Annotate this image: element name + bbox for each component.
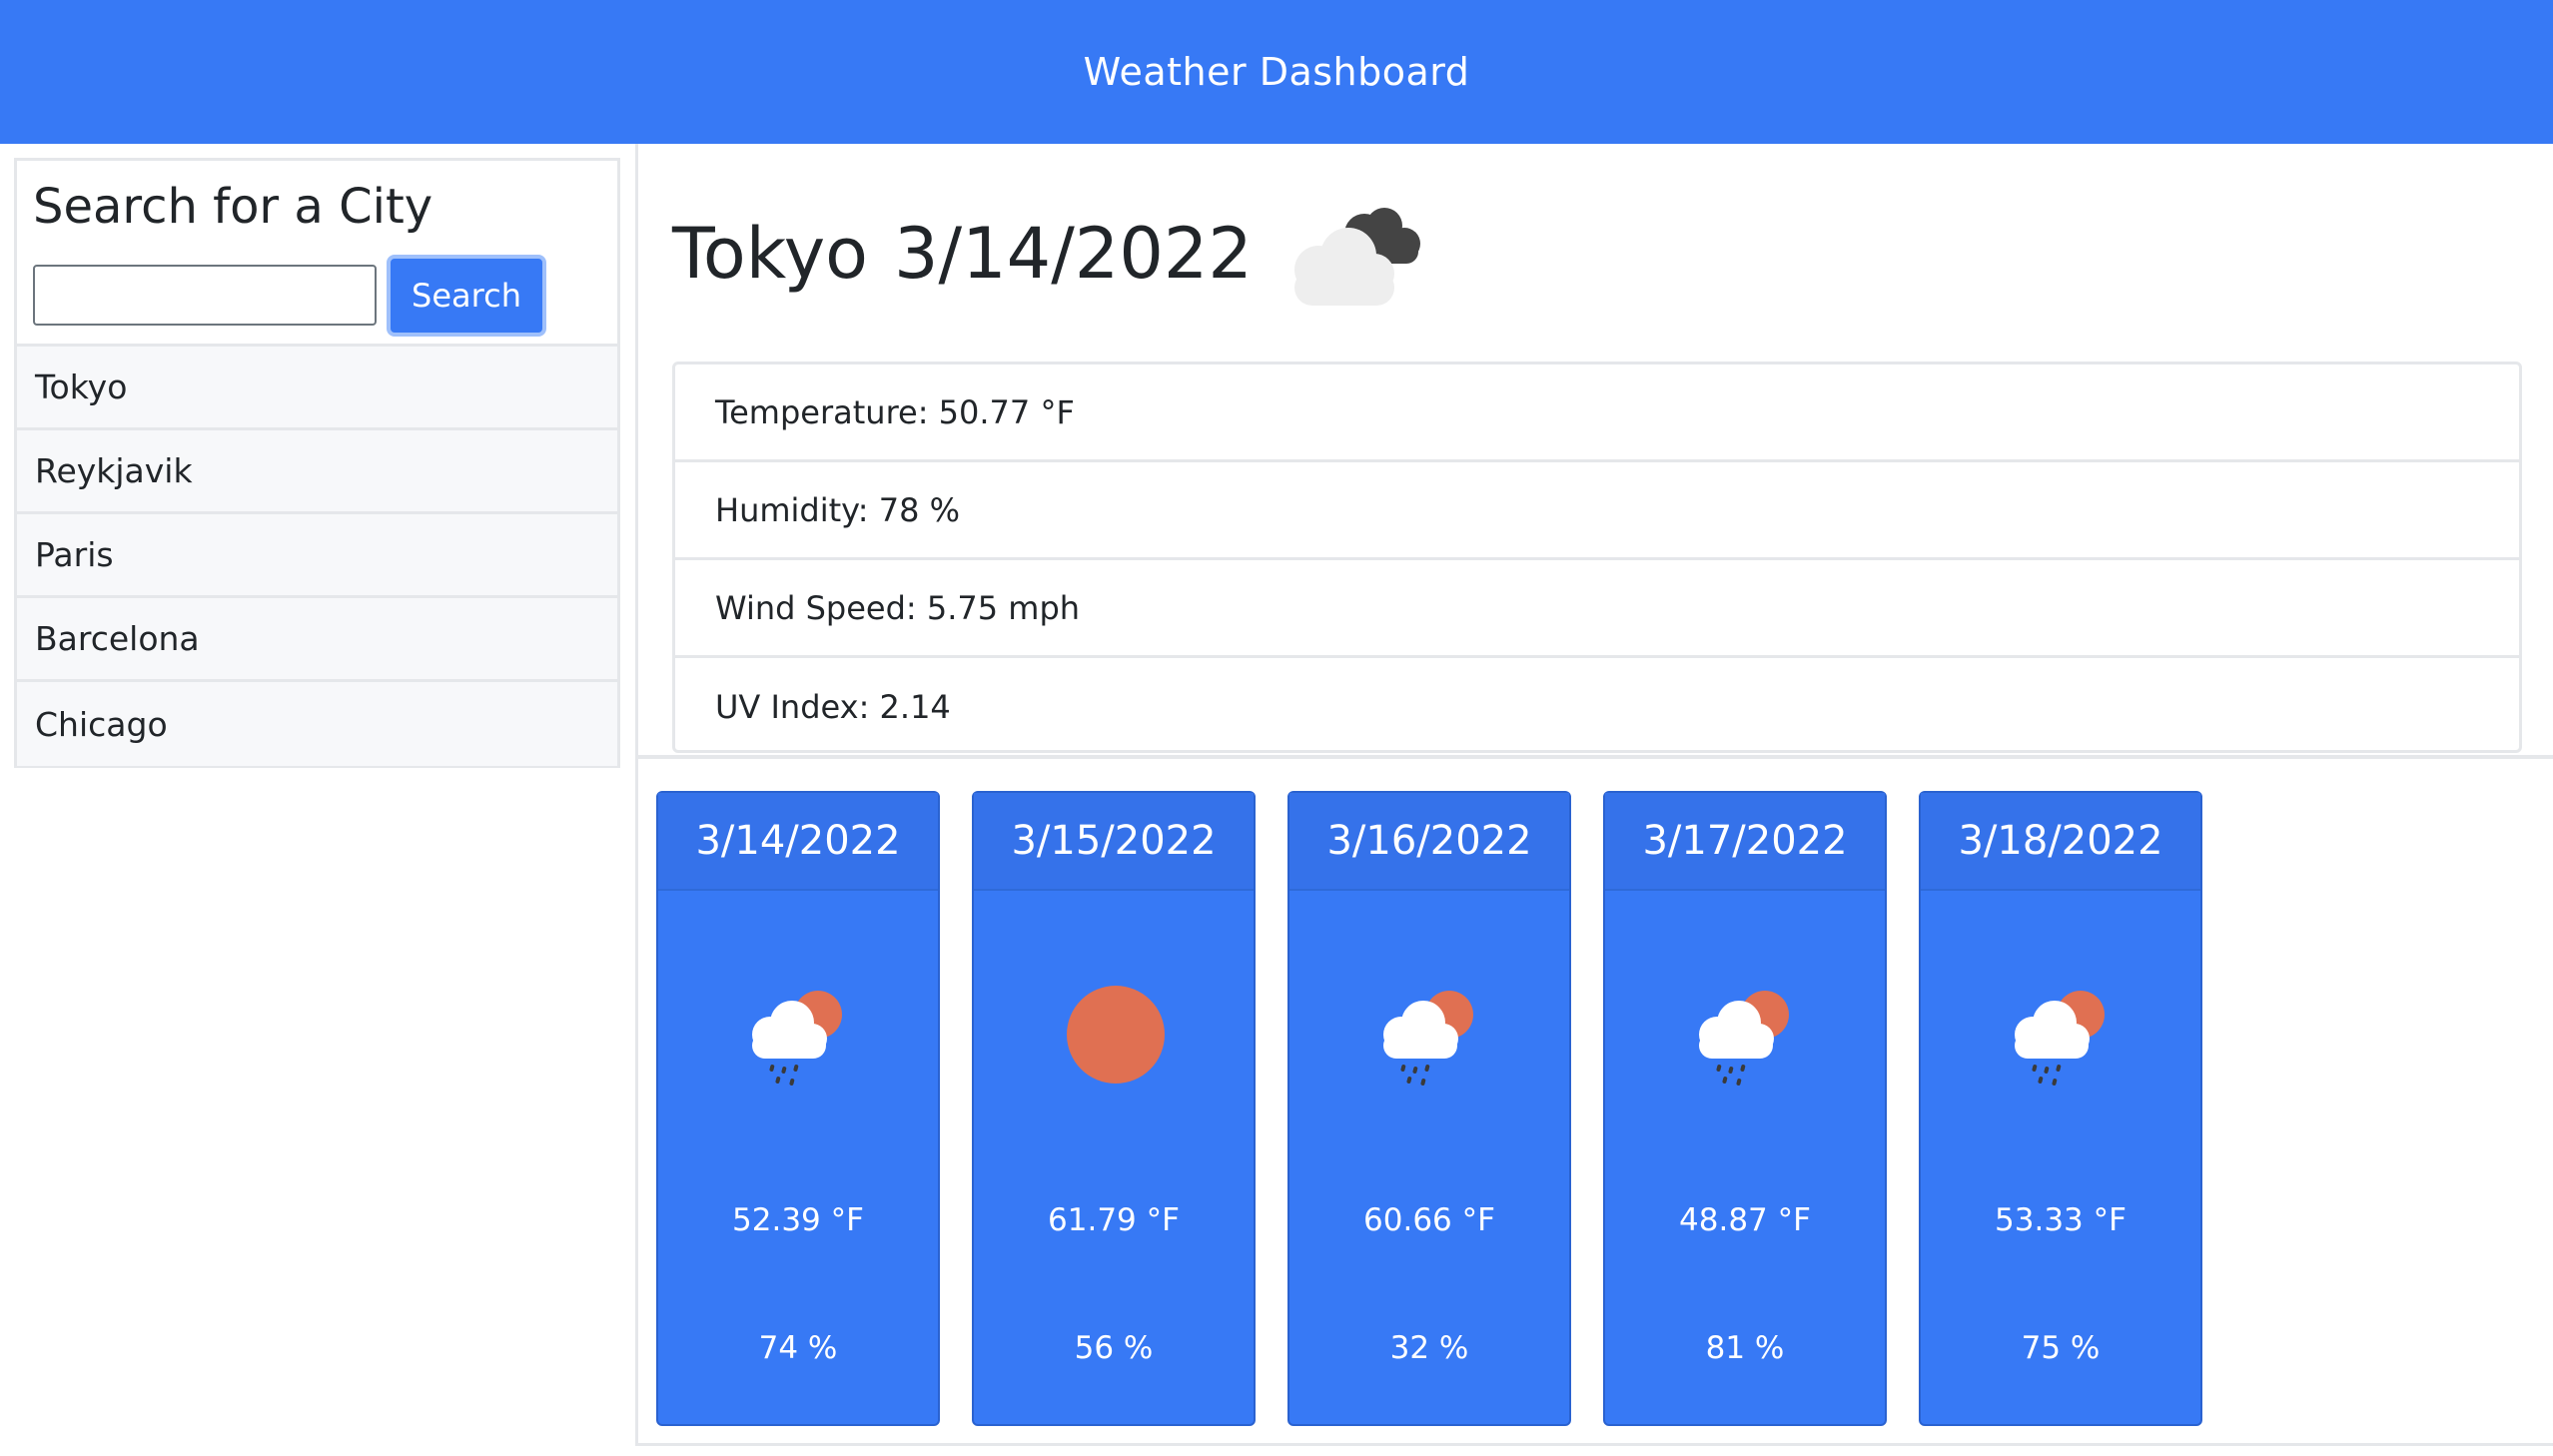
forecast-temperature: 52.39 °F (732, 1202, 864, 1238)
current-details-list: Temperature: 50.77 °F Humidity: 78 % Win… (672, 362, 2522, 753)
broken-clouds-icon (1293, 208, 1420, 306)
forecast-card: 3/15/2022 61.79 °F 56 % (972, 791, 1256, 1426)
current-title: Tokyo 3/14/2022 (672, 213, 1253, 295)
clear-sky-icon (1067, 986, 1165, 1084)
city-history-item[interactable]: Tokyo (17, 347, 617, 430)
wind-speed-row: Wind Speed: 5.75 mph (675, 560, 2519, 658)
rain-icon (1699, 991, 1789, 1086)
search-heading: Search for a City (33, 179, 433, 235)
forecast-humidity: 75 % (2021, 1330, 2101, 1366)
forecast-row: 3/14/2022 52.39 °F 74 % 3/15/2022 61.79 … (656, 791, 2202, 1426)
city-history-list: Tokyo Reykjavik Paris Barcelona Chicago (17, 347, 617, 766)
forecast-humidity: 56 % (1074, 1330, 1154, 1366)
forecast-humidity: 32 % (1389, 1330, 1469, 1366)
city-history-item[interactable]: Paris (17, 514, 617, 598)
uv-index-row: UV Index: 2.14 (715, 688, 951, 726)
section-divider (638, 755, 2553, 759)
rain-icon (1383, 991, 1473, 1086)
search-row: Search (33, 253, 617, 337)
current-date: 3/14/2022 (894, 213, 1253, 295)
forecast-card: 3/18/2022 53.33 °F 75 % (1919, 791, 2202, 1426)
forecast-humidity: 81 % (1705, 1330, 1785, 1366)
search-button[interactable]: Search (387, 255, 546, 337)
forecast-card: 3/16/2022 60.66 °F 32 % (1287, 791, 1571, 1426)
forecast-date: 3/14/2022 (658, 793, 938, 891)
app-header: Weather Dashboard (0, 0, 2553, 144)
current-weather-header: Tokyo 3/14/2022 (672, 194, 1432, 314)
forecast-date: 3/16/2022 (1289, 793, 1569, 891)
city-history-item[interactable]: Barcelona (17, 598, 617, 682)
main-panel: Tokyo 3/14/2022 Temperature: 50.77 °F Hu… (635, 144, 2553, 1446)
forecast-card: 3/14/2022 52.39 °F 74 % (656, 791, 940, 1426)
forecast-date: 3/15/2022 (974, 793, 1254, 891)
current-city: Tokyo (672, 213, 868, 295)
forecast-temperature: 48.87 °F (1679, 1202, 1811, 1238)
forecast-temperature: 61.79 °F (1048, 1202, 1180, 1238)
sidebar: Search for a City Search Tokyo Reykjavik… (14, 158, 620, 768)
forecast-card: 3/17/2022 48.87 °F 81 % (1603, 791, 1887, 1426)
search-input[interactable] (33, 264, 377, 326)
app-title: Weather Dashboard (1083, 50, 1470, 94)
forecast-date: 3/18/2022 (1921, 793, 2200, 891)
forecast-date: 3/17/2022 (1605, 793, 1885, 891)
forecast-humidity: 74 % (758, 1330, 838, 1366)
city-history-item[interactable]: Reykjavik (17, 430, 617, 514)
temperature-row: Temperature: 50.77 °F (675, 364, 2519, 462)
rain-icon (752, 991, 842, 1086)
city-history-item[interactable]: Chicago (17, 682, 617, 766)
forecast-temperature: 53.33 °F (1995, 1202, 2127, 1238)
humidity-row: Humidity: 78 % (675, 462, 2519, 560)
rain-icon (2015, 991, 2105, 1086)
forecast-temperature: 60.66 °F (1363, 1202, 1495, 1238)
search-panel: Search for a City Search (17, 161, 617, 347)
